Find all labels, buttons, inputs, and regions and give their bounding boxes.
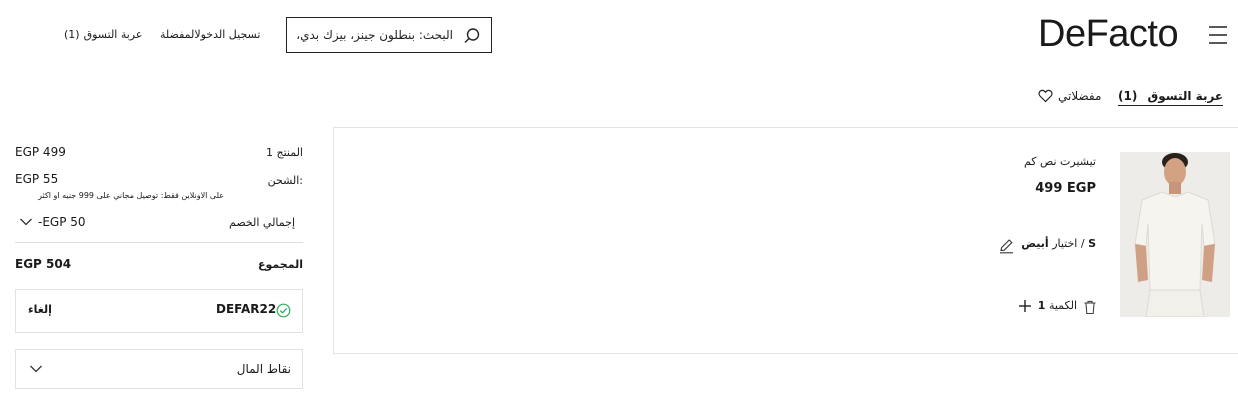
quantity-value: 1 bbox=[1037, 299, 1046, 312]
edit-icon[interactable] bbox=[998, 237, 1015, 254]
shipping-value: EGP 55 bbox=[15, 172, 59, 186]
heart-icon bbox=[1038, 89, 1053, 103]
tab-favorites-label: مفضلاتي bbox=[1058, 89, 1102, 103]
search-input[interactable] bbox=[293, 18, 453, 52]
quantity-label: الكمية bbox=[1048, 299, 1077, 312]
shipping-note: على الاونلاين فقط: توصيل مجاني على 999 ج… bbox=[38, 191, 224, 200]
product-subtotal-value: EGP 499 bbox=[15, 145, 66, 159]
login-favorites-link[interactable]: تسجيل الدخولالمفضلة bbox=[160, 28, 260, 41]
coupon-code: DEFAR22 bbox=[216, 302, 277, 316]
total-value: EGP 504 bbox=[15, 257, 72, 271]
product-size: S bbox=[1088, 237, 1096, 250]
header-cart-label: عربة التسوق bbox=[83, 28, 143, 41]
discount-value: -EGP 50 bbox=[38, 215, 86, 229]
product-image[interactable] bbox=[1120, 152, 1230, 317]
tab-cart-count: (1) bbox=[1118, 89, 1138, 103]
summary-divider bbox=[15, 242, 303, 243]
tab-cart[interactable]: عربة التسوق (1) bbox=[1118, 89, 1224, 106]
coupon-cancel-button[interactable]: إلغاء bbox=[28, 303, 52, 316]
logo[interactable]: DeFacto bbox=[1038, 14, 1179, 54]
money-points-label: نقاط المال bbox=[236, 362, 291, 376]
menu-icon[interactable] bbox=[1208, 24, 1228, 46]
money-points-accordion[interactable]: نقاط المال bbox=[15, 349, 303, 389]
header-cart-link[interactable]: عربة التسوق (1) bbox=[64, 28, 142, 41]
coupon-box: إلغاء DEFAR22 bbox=[15, 289, 303, 333]
tab-favorites[interactable]: مفضلاتي bbox=[1038, 89, 1101, 103]
discount-toggle[interactable]: إجمالي الخصم bbox=[200, 216, 295, 229]
product-color: أبيض bbox=[1021, 237, 1049, 250]
check-circle-icon bbox=[276, 303, 291, 318]
cart-item-card bbox=[333, 127, 1238, 354]
tab-cart-label: عربة التسوق bbox=[1147, 89, 1224, 103]
search-box[interactable] bbox=[286, 17, 492, 53]
header-cart-count: (1) bbox=[64, 28, 80, 41]
total-label: المجموع bbox=[258, 258, 303, 271]
chevron-down-icon[interactable] bbox=[19, 217, 33, 227]
search-icon[interactable] bbox=[463, 27, 481, 45]
product-price: 499 EGP bbox=[1035, 181, 1096, 196]
shipping-label: :الشحن bbox=[267, 174, 303, 187]
product-name[interactable]: تيشيرت نص كم bbox=[1010, 155, 1096, 168]
variant-separator: / bbox=[1077, 237, 1089, 250]
plus-icon[interactable] bbox=[1018, 299, 1032, 313]
variant-prefix: اختيار bbox=[1048, 237, 1078, 250]
chevron-down-icon[interactable] bbox=[29, 364, 43, 374]
quantity-display: الكمية 1 bbox=[1037, 299, 1077, 312]
trash-icon[interactable] bbox=[1083, 300, 1097, 315]
product-variant: S / اختيار أبيض bbox=[1018, 237, 1096, 250]
product-subtotal-label: المنتج 1 bbox=[265, 146, 303, 159]
